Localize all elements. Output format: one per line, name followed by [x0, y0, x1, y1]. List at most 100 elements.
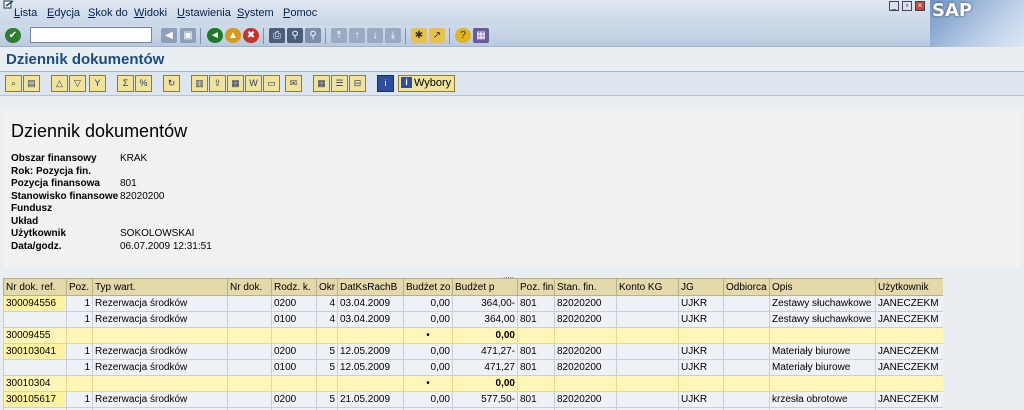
- print-icon[interactable]: ⎙: [269, 28, 285, 43]
- cancel-icon[interactable]: ✖: [243, 28, 259, 43]
- column-header[interactable]: Budżet p: [452, 278, 518, 296]
- last-page-icon[interactable]: ⤓: [385, 28, 401, 43]
- previous-page-icon[interactable]: ↑: [349, 28, 365, 43]
- cell-bp: 577,50-: [452, 391, 518, 408]
- table-row[interactable]: 1 Rezerwacja środków 0100 5 12.05.2009 0,00 47…: [3, 359, 944, 376]
- menu-widoki[interactable]: Widoki: [134, 7, 167, 19]
- refresh-icon[interactable]: ↻: [163, 75, 180, 92]
- menu-ustawienia[interactable]: Ustawienia: [177, 7, 231, 19]
- info-icon[interactable]: i: [377, 75, 394, 92]
- cell-typ: Rezerwacja środków: [92, 391, 228, 408]
- subtotal-icon[interactable]: %: [135, 75, 152, 92]
- empty-cell: [271, 375, 317, 392]
- report-title: Dziennik dokumentów: [11, 121, 188, 141]
- column-header[interactable]: JG: [678, 278, 724, 296]
- close-icon[interactable]: ×: [915, 1, 925, 11]
- table-row[interactable]: 300105617 1 Rezerwacja środków 0200 5 21.05.2…: [3, 391, 944, 408]
- exit-icon[interactable]: ▲: [225, 28, 241, 43]
- cell-typ: Rezerwacja środków: [92, 311, 228, 328]
- column-header[interactable]: Odbiorca: [723, 278, 770, 296]
- menu-lista[interactable]: Lista: [14, 7, 37, 19]
- column-header[interactable]: Typ wart.: [92, 278, 228, 296]
- nav-left-icon[interactable]: ◀: [161, 28, 177, 43]
- select-layout-icon[interactable]: ☰: [331, 75, 348, 92]
- cell-bp: 364,00-: [452, 295, 518, 312]
- new-session-icon[interactable]: ✱: [411, 28, 427, 43]
- spreadsheet-icon[interactable]: ▦: [227, 75, 244, 92]
- layout-menu-icon[interactable]: ▦: [473, 28, 489, 43]
- header-field-label: Układ: [11, 215, 39, 227]
- column-header[interactable]: Okr: [316, 278, 338, 296]
- sap-logo-text: SAP: [932, 0, 973, 21]
- subtotal-row[interactable]: 30009455 • 0,00: [3, 327, 944, 344]
- word-processing-icon[interactable]: W: [245, 75, 262, 92]
- command-field[interactable]: [30, 27, 152, 43]
- change-layout-icon[interactable]: ▦: [313, 75, 330, 92]
- column-header[interactable]: DatKsRachB: [337, 278, 404, 296]
- empty-cell: [316, 375, 338, 392]
- filter-icon[interactable]: Y: [89, 75, 106, 92]
- mail-icon[interactable]: ✉: [285, 75, 302, 92]
- shortcut-icon[interactable]: ↗: [429, 28, 445, 43]
- details-icon[interactable]: ⌕: [5, 75, 22, 92]
- column-header[interactable]: Stan. fin.: [554, 278, 617, 296]
- menu-system[interactable]: System: [237, 7, 274, 19]
- sort-descending-icon[interactable]: ▽: [69, 75, 86, 92]
- export-icon[interactable]: ⇪: [209, 75, 226, 92]
- find-next-icon[interactable]: ⚲: [305, 28, 321, 43]
- table-row[interactable]: 1 Rezerwacja środków 0100 4 03.04.2009 0,00 36…: [3, 311, 944, 328]
- print-preview-icon[interactable]: ▥: [191, 75, 208, 92]
- help-icon[interactable]: ?: [455, 28, 471, 43]
- minimize-icon[interactable]: _: [889, 1, 899, 11]
- column-header[interactable]: Rodz. k.: [271, 278, 317, 296]
- subtotal-row[interactable]: 30010304 • 0,00: [3, 375, 944, 392]
- empty-cell: [678, 375, 724, 392]
- wybory-button[interactable]: i Wybory: [398, 75, 455, 92]
- column-header[interactable]: Poz. fin.: [517, 278, 555, 296]
- menu-mnemonic: U: [177, 7, 185, 19]
- column-header[interactable]: Użytkownik: [875, 278, 944, 296]
- choose-icon[interactable]: ▤: [23, 75, 40, 92]
- grid-header-row: Nr dok. ref. Poz. Typ wart. Nr dok. Rodz. k.…: [3, 278, 944, 296]
- column-header[interactable]: Nr dok. ref.: [3, 278, 67, 296]
- find-icon[interactable]: ⚲: [287, 28, 303, 43]
- save-layout-icon[interactable]: ⊟: [349, 75, 366, 92]
- back-icon[interactable]: ◄: [207, 28, 223, 43]
- local-file-icon[interactable]: ▭: [263, 75, 280, 92]
- cell-typ: Rezerwacja środków: [92, 343, 228, 360]
- table-row[interactable]: 300103041 1 Rezerwacja środków 0200 5 12.05.2…: [3, 343, 944, 360]
- column-header[interactable]: Konto KG: [616, 278, 679, 296]
- empty-cell: [337, 375, 404, 392]
- column-header[interactable]: Budżet zo: [403, 278, 453, 296]
- save-icon[interactable]: ▣: [180, 28, 196, 43]
- sort-ascending-icon[interactable]: △: [51, 75, 68, 92]
- menu-skok-do[interactable]: Skok do: [88, 7, 128, 19]
- column-header[interactable]: Opis: [769, 278, 876, 296]
- header-field-label: Pozycja finansowa: [11, 178, 100, 189]
- cell-poz: 1: [66, 311, 93, 328]
- menu-edycja[interactable]: Edycja: [47, 7, 80, 19]
- total-icon[interactable]: Σ: [117, 75, 134, 92]
- enter-icon[interactable]: ✔: [5, 28, 21, 43]
- cell-stanfin: 82020200: [554, 311, 617, 328]
- sap-logo: SAP: [930, 0, 1024, 48]
- table-row[interactable]: 300094556 1 Rezerwacja środków 0200 4 03.04.2…: [3, 295, 944, 312]
- first-page-icon[interactable]: ⤒: [331, 28, 347, 43]
- cell-nrdok: [227, 295, 272, 312]
- subtotal-marker: •: [403, 327, 453, 344]
- cell-user: JANECZEKM: [875, 343, 944, 360]
- cell-jg: UJKR: [678, 343, 724, 360]
- cell-nrdok: [227, 359, 272, 376]
- cell-nrdok: [227, 391, 272, 408]
- header-field-value: SOKOLOWSKAI: [120, 228, 195, 239]
- next-page-icon[interactable]: ↓: [367, 28, 383, 43]
- column-header[interactable]: Nr dok.: [227, 278, 272, 296]
- cell-pozfin: 801: [517, 359, 555, 376]
- restore-icon[interactable]: ▫: [902, 1, 912, 11]
- cell-poz: 1: [66, 391, 93, 408]
- menu-pomoc[interactable]: Pomoc: [283, 7, 317, 19]
- page-title: Dziennik dokumentów: [6, 51, 165, 68]
- menu-label: kok do: [95, 7, 128, 19]
- column-header[interactable]: Poz.: [66, 278, 93, 296]
- cell-bzo: 0,00: [403, 391, 453, 408]
